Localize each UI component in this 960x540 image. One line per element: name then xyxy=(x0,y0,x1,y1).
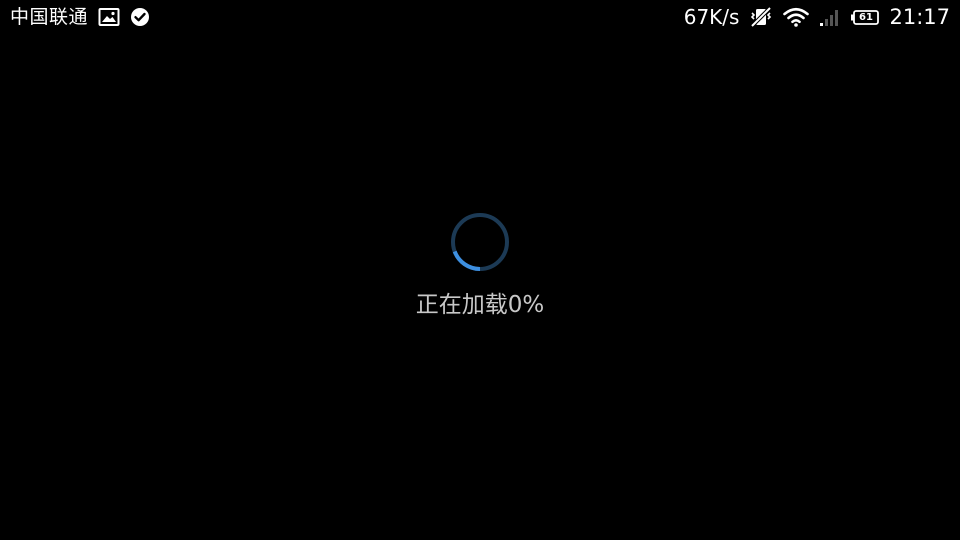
check-circle-icon xyxy=(130,7,150,27)
clock: 21:17 xyxy=(889,5,950,29)
battery-icon: 61 xyxy=(851,9,880,25)
carrier-name: 中国联通 xyxy=(10,6,89,28)
battery-level: 61 xyxy=(859,11,873,23)
loading-spinner xyxy=(449,211,511,273)
signal-icon xyxy=(819,7,841,27)
wifi-icon xyxy=(783,7,810,27)
status-left: 中国联通 xyxy=(10,4,150,30)
loading-text: 正在加载0% xyxy=(415,292,545,318)
network-speed: 67K/s xyxy=(683,5,740,29)
spinner-arc xyxy=(452,250,481,272)
vibrate-off-icon xyxy=(749,6,773,28)
status-bar: 中国联通 67K/s 61 21:17 xyxy=(0,0,960,34)
status-right: 67K/s 61 21:17 xyxy=(684,4,950,30)
image-notification-icon xyxy=(98,7,120,27)
